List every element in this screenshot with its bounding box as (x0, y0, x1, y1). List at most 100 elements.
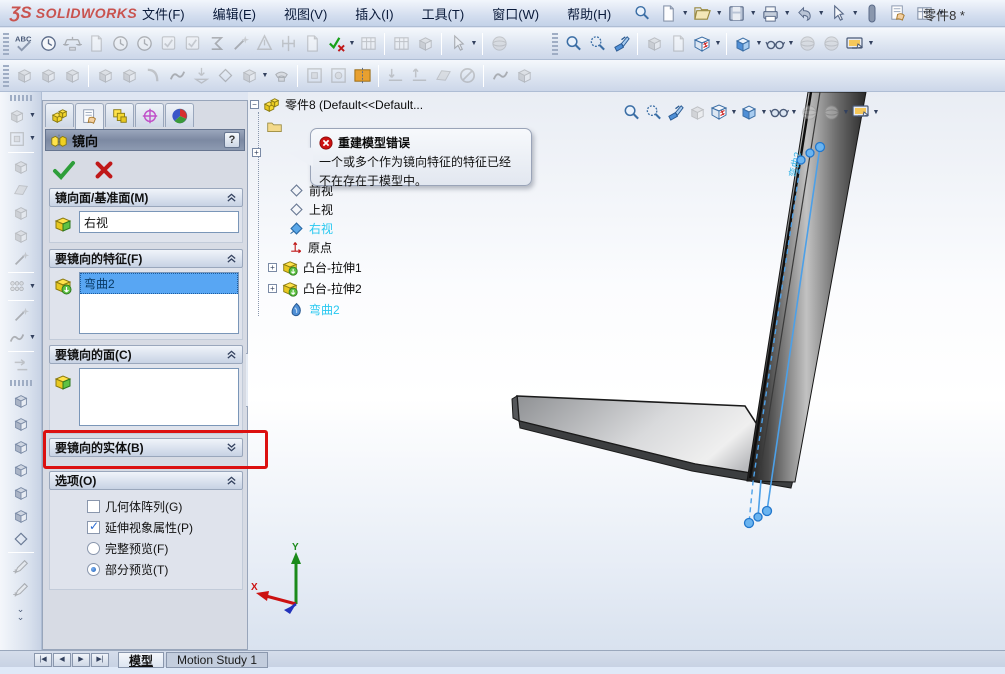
tree-item-label[interactable]: 右视 (309, 220, 333, 237)
dropdown-icon[interactable]: ▼ (29, 283, 37, 290)
menu-insert[interactable]: 插入(I) (343, 1, 405, 26)
display-style-dropdown-icon[interactable]: ▼ (755, 40, 763, 47)
hide-show-dropdown-icon[interactable]: ▼ (787, 40, 795, 47)
propagate-visual-option[interactable]: 延伸视象属性(P) (87, 519, 239, 536)
search-icon[interactable] (630, 1, 654, 25)
view-settings-dropdown-icon[interactable]: ▼ (867, 40, 875, 47)
nav-previous-icon[interactable]: ◀ (53, 653, 71, 667)
tree-item-flex2[interactable]: 弯曲2 (288, 301, 340, 318)
fillet-surface-icon[interactable] (9, 155, 33, 179)
expand-box-icon[interactable]: + (268, 263, 277, 272)
shell-icon[interactable] (213, 64, 237, 88)
tree-root-label[interactable]: 零件8 (Default<<Default... (285, 96, 423, 113)
view-right-icon[interactable] (9, 458, 33, 482)
sketch-edit-icon[interactable] (9, 555, 33, 579)
view-isometric-icon[interactable] (9, 527, 33, 551)
section-view-icon[interactable] (642, 32, 666, 56)
deviation-analysis-icon[interactable] (228, 32, 252, 56)
exploded-view-icon[interactable] (5, 104, 29, 128)
view-orientation-dropdown-icon[interactable]: ▼ (714, 40, 722, 47)
tab-configuration-manager[interactable] (105, 103, 134, 127)
undo-dropdown-icon[interactable]: ▼ (817, 10, 825, 17)
view-bottom-icon[interactable] (9, 504, 33, 528)
menu-file[interactable]: 文件(F) (130, 1, 197, 26)
instant3d-icon[interactable] (512, 64, 536, 88)
toolbar-grip[interactable] (552, 33, 558, 55)
open-icon[interactable] (690, 1, 714, 25)
hide-show-dropdown-icon[interactable]: ▼ (790, 109, 798, 116)
tree-history-row[interactable] (266, 118, 283, 135)
undo-icon[interactable] (792, 1, 816, 25)
tree-item-right-plane[interactable]: 右视 (288, 220, 333, 237)
nav-next-icon[interactable]: ▶ (72, 653, 90, 667)
tab-dimxpert-manager[interactable] (135, 103, 164, 127)
appearance-sphere-icon[interactable] (487, 32, 511, 56)
view-settings-icon[interactable] (843, 32, 867, 56)
tab-property-manager[interactable] (75, 103, 104, 129)
tree-item-top-plane[interactable]: 上视 (288, 201, 333, 218)
dropdown-icon[interactable]: ▼ (29, 135, 37, 142)
surface-wizard-icon[interactable] (9, 247, 33, 271)
fillet-icon[interactable] (117, 64, 141, 88)
tree-folder-row[interactable]: + (252, 144, 261, 161)
zoom-to-area-icon[interactable] (642, 101, 664, 123)
tab-motion-study-1[interactable]: Motion Study 1 (166, 652, 268, 668)
tab-feature-tree[interactable] (45, 103, 74, 127)
geometry-pattern-checkbox[interactable] (87, 500, 100, 513)
mirror-feature-icon[interactable] (350, 64, 374, 88)
view-orientation-dropdown-icon[interactable]: ▼ (730, 109, 738, 116)
dropdown-icon[interactable]: ▼ (29, 112, 37, 119)
extrude-icon[interactable] (12, 64, 36, 88)
geometry-pattern-option[interactable]: 几何体阵列(G) (87, 498, 239, 515)
collapse-chevron-icon[interactable] (226, 349, 237, 360)
view-back-icon[interactable] (9, 412, 33, 436)
pattern-tool-icon[interactable] (5, 127, 29, 151)
features-list-item[interactable]: 弯曲2 (80, 273, 238, 294)
apply-scene-icon[interactable] (819, 32, 843, 56)
pattern-888-icon[interactable] (5, 275, 29, 299)
open-dropdown-icon[interactable]: ▼ (715, 10, 723, 17)
options-section-header[interactable]: 选项(O) (49, 471, 243, 490)
display-style-icon[interactable] (738, 101, 760, 123)
loft-icon[interactable] (60, 64, 84, 88)
performance-icon[interactable] (108, 32, 132, 56)
select-icon[interactable] (826, 1, 850, 25)
more-tools-chevron-icon[interactable]: ⌄⌄ (9, 601, 33, 625)
measure-icon[interactable] (36, 32, 60, 56)
view-previous-icon[interactable] (609, 32, 633, 56)
tab-display-manager[interactable] (165, 103, 194, 127)
section-view-icon[interactable] (686, 101, 708, 123)
isolate-icon[interactable] (413, 32, 437, 56)
nav-last-icon[interactable]: ▶| (91, 653, 109, 667)
file-properties-icon[interactable] (886, 1, 910, 25)
spellcheck-icon[interactable] (12, 32, 36, 56)
faces-list[interactable] (79, 368, 239, 426)
revolve-icon[interactable] (36, 64, 60, 88)
check-active-document-icon[interactable] (324, 32, 348, 56)
sketch-new-icon[interactable] (9, 578, 33, 602)
tree-item-boss-extrude2[interactable]: + 凸台-拉伸2 (268, 280, 362, 297)
no-preview-icon[interactable] (455, 64, 479, 88)
toolbar-grip[interactable] (10, 380, 32, 386)
design-check2-icon[interactable] (180, 32, 204, 56)
menu-tools[interactable]: 工具(T) (410, 1, 477, 26)
new-dropdown-icon[interactable]: ▼ (681, 10, 689, 17)
faces-section-header[interactable]: 要镜向的面(C) (49, 345, 243, 364)
design-table-icon[interactable] (356, 32, 380, 56)
view-orientation-icon[interactable] (690, 32, 714, 56)
toolbar-grip[interactable] (3, 33, 9, 55)
new-document-icon[interactable] (656, 1, 680, 25)
hide-show-items-icon[interactable] (763, 32, 787, 56)
dome-icon[interactable] (269, 64, 293, 88)
surface-trim-icon[interactable] (9, 224, 33, 248)
dropdown-icon[interactable]: ▼ (29, 334, 37, 341)
partial-preview-option[interactable]: 部分预览(T) (87, 561, 239, 578)
nav-first-icon[interactable]: |◀ (34, 653, 52, 667)
expand-box-icon[interactable]: + (268, 284, 277, 293)
chamfer-icon[interactable] (141, 64, 165, 88)
wrap-dropdown-icon[interactable]: ▼ (261, 72, 269, 79)
curve-tool-icon[interactable] (488, 64, 512, 88)
display-states-icon[interactable] (389, 32, 413, 56)
print-icon[interactable] (758, 1, 782, 25)
magnet-icon[interactable] (860, 1, 884, 25)
